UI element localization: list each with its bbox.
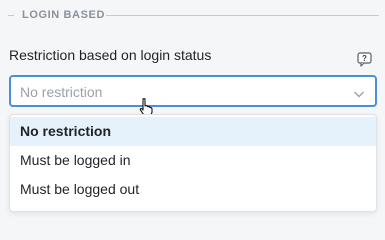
option-must-be-logged-out[interactable]: Must be logged out (10, 175, 376, 204)
divider-left (8, 15, 14, 16)
dropdown-menu: No restriction Must be logged in Must be… (9, 114, 377, 212)
option-must-be-logged-in[interactable]: Must be logged in (10, 146, 376, 175)
section-title: LOGIN BASED (22, 9, 105, 21)
chevron-down-icon[interactable] (353, 86, 365, 98)
help-icon[interactable]: ? (357, 52, 373, 67)
login-restriction-select[interactable]: No restriction (9, 75, 377, 107)
divider-right (106, 15, 379, 16)
section-header: LOGIN BASED (0, 6, 385, 26)
svg-text:?: ? (362, 54, 367, 63)
field-label: Restriction based on login status (9, 47, 212, 63)
option-no-restriction[interactable]: No restriction (10, 117, 376, 146)
select-placeholder: No restriction (20, 84, 103, 100)
option-label: Must be logged in (20, 152, 131, 168)
option-label: No restriction (20, 123, 112, 139)
option-label: Must be logged out (20, 181, 140, 197)
